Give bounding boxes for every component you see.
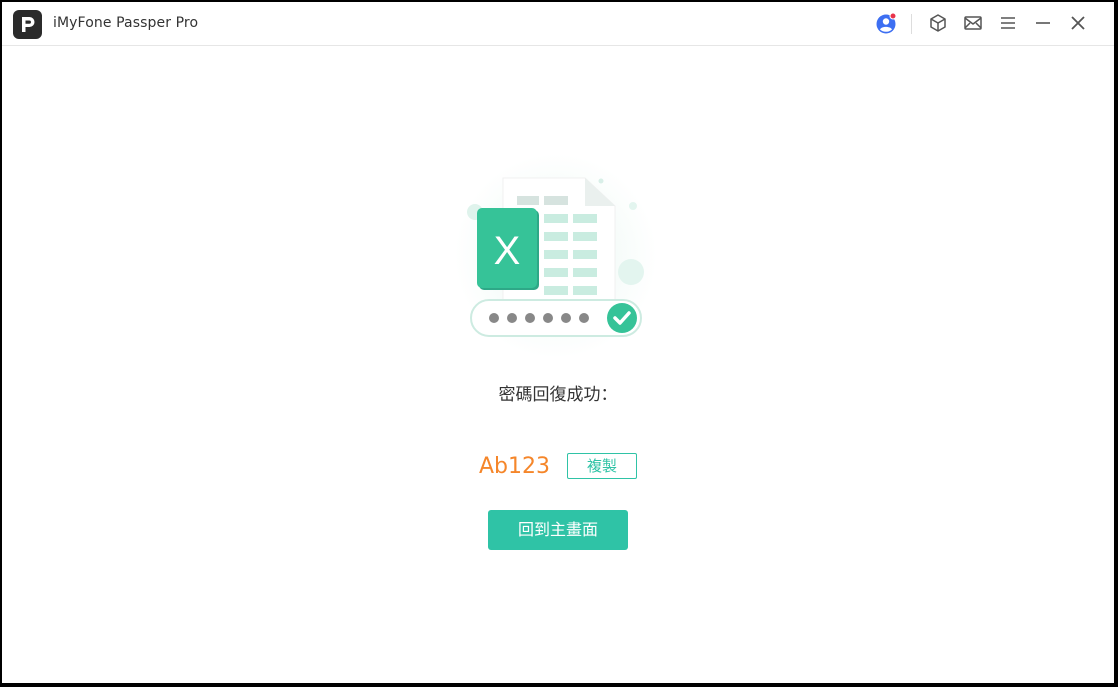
back-to-home-button[interactable]: 回到主畫面 [488, 510, 628, 550]
excel-unlocked-illustration: X [455, 154, 657, 358]
svg-text:X: X [494, 229, 521, 273]
close-icon[interactable] [1067, 12, 1089, 34]
app-logo-icon [13, 10, 42, 39]
product-box-icon[interactable] [927, 12, 949, 34]
titlebar-divider [911, 14, 912, 34]
app-title: iMyFone Passper Pro [53, 15, 199, 31]
title-bar: iMyFone Passper Pro [2, 2, 1114, 46]
app-window: iMyFone Passper Pro X 密碼回復成功： Ab123 複製 回… [2, 2, 1114, 683]
recovered-password-row: Ab123 複製 [2, 452, 1114, 482]
mail-icon[interactable] [962, 12, 984, 34]
recovered-password[interactable]: Ab123 [479, 452, 550, 482]
minimize-icon[interactable] [1032, 12, 1054, 34]
menu-icon[interactable] [997, 12, 1019, 34]
success-message: 密碼回復成功： [498, 385, 618, 405]
account-icon[interactable] [875, 12, 897, 34]
copy-button[interactable]: 複製 [567, 453, 637, 479]
